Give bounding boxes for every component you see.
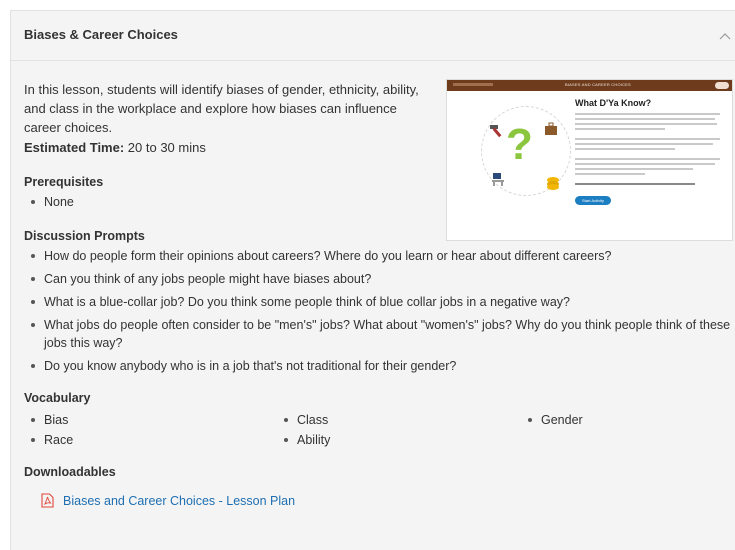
vocabulary-item: Race bbox=[24, 431, 73, 449]
vocabulary-title: Vocabulary bbox=[24, 391, 91, 405]
lesson-card-header[interactable]: Biases & Career Choices bbox=[11, 11, 735, 61]
estimated-time-value: 20 to 30 mins bbox=[124, 140, 206, 155]
preview-text-line bbox=[575, 113, 720, 115]
preview-bar-progress bbox=[453, 83, 493, 86]
preview-heading: What D'Ya Know? bbox=[575, 98, 652, 108]
list-item: How do people form their opinions about … bbox=[24, 247, 735, 265]
vocabulary-item: Class bbox=[277, 411, 328, 429]
list-item: What is a blue-collar job? Do you think … bbox=[24, 293, 735, 311]
preview-bar-title: BIASES AND CAREER CHOICES bbox=[565, 82, 631, 87]
preview-top-bar: BIASES AND CAREER CHOICES bbox=[447, 80, 732, 91]
preview-text-line bbox=[575, 143, 713, 145]
vocabulary-item: Bias bbox=[24, 411, 68, 429]
preview-text-line bbox=[575, 158, 720, 160]
estimated-time: Estimated Time: 20 to 30 mins bbox=[24, 140, 206, 155]
activity-preview[interactable]: BIASES AND CAREER CHOICES ? What D'Ya Kn… bbox=[446, 79, 733, 241]
prerequisites-title: Prerequisites bbox=[24, 175, 104, 189]
preview-text-line bbox=[575, 173, 645, 175]
list-item: Do you know anybody who is in a job that… bbox=[24, 357, 735, 375]
estimated-time-label: Estimated Time: bbox=[24, 140, 125, 155]
lesson-plan-download-link[interactable]: Biases and Career Choices - Lesson Plan bbox=[41, 493, 295, 508]
preview-start-button[interactable]: Start Activity bbox=[575, 196, 611, 205]
prerequisites-list: None bbox=[24, 193, 424, 211]
preview-text-line bbox=[575, 138, 720, 140]
preview-text-line bbox=[575, 163, 715, 165]
preview-text-line bbox=[575, 118, 715, 120]
vocabulary-item: Ability bbox=[277, 431, 330, 449]
vocabulary-list: Bias Class Gender Race Ability bbox=[24, 411, 724, 457]
preview-text-line bbox=[575, 148, 675, 150]
discussion-title: Discussion Prompts bbox=[24, 229, 145, 243]
downloadables-title: Downloadables bbox=[24, 465, 116, 479]
computer-desk-icon bbox=[492, 173, 504, 186]
lesson-card: Biases & Career Choices In this lesson, … bbox=[10, 10, 735, 550]
preview-text-line bbox=[575, 128, 665, 130]
hammer-icon bbox=[490, 125, 502, 138]
preview-bar-button bbox=[715, 82, 729, 89]
vocabulary-item: Gender bbox=[521, 411, 583, 429]
pdf-file-icon bbox=[41, 493, 54, 508]
lesson-plan-link-label: Biases and Career Choices - Lesson Plan bbox=[63, 493, 296, 508]
discussion-list: How do people form their opinions about … bbox=[24, 247, 735, 375]
preview-text-line bbox=[575, 183, 695, 185]
list-item: None bbox=[24, 193, 424, 211]
coins-icon bbox=[547, 177, 559, 190]
lesson-intro: In this lesson, students will identify b… bbox=[24, 82, 419, 135]
briefcase-icon bbox=[545, 122, 557, 135]
list-item: Can you think of any jobs people might h… bbox=[24, 270, 735, 288]
lesson-title: Biases & Career Choices bbox=[24, 27, 178, 42]
list-item: What jobs do people often consider to be… bbox=[24, 316, 735, 352]
preview-text-line bbox=[575, 123, 717, 125]
preview-text-line bbox=[575, 168, 693, 170]
chevron-up-icon[interactable] bbox=[719, 31, 731, 41]
question-mark-icon: ? bbox=[506, 120, 533, 169]
